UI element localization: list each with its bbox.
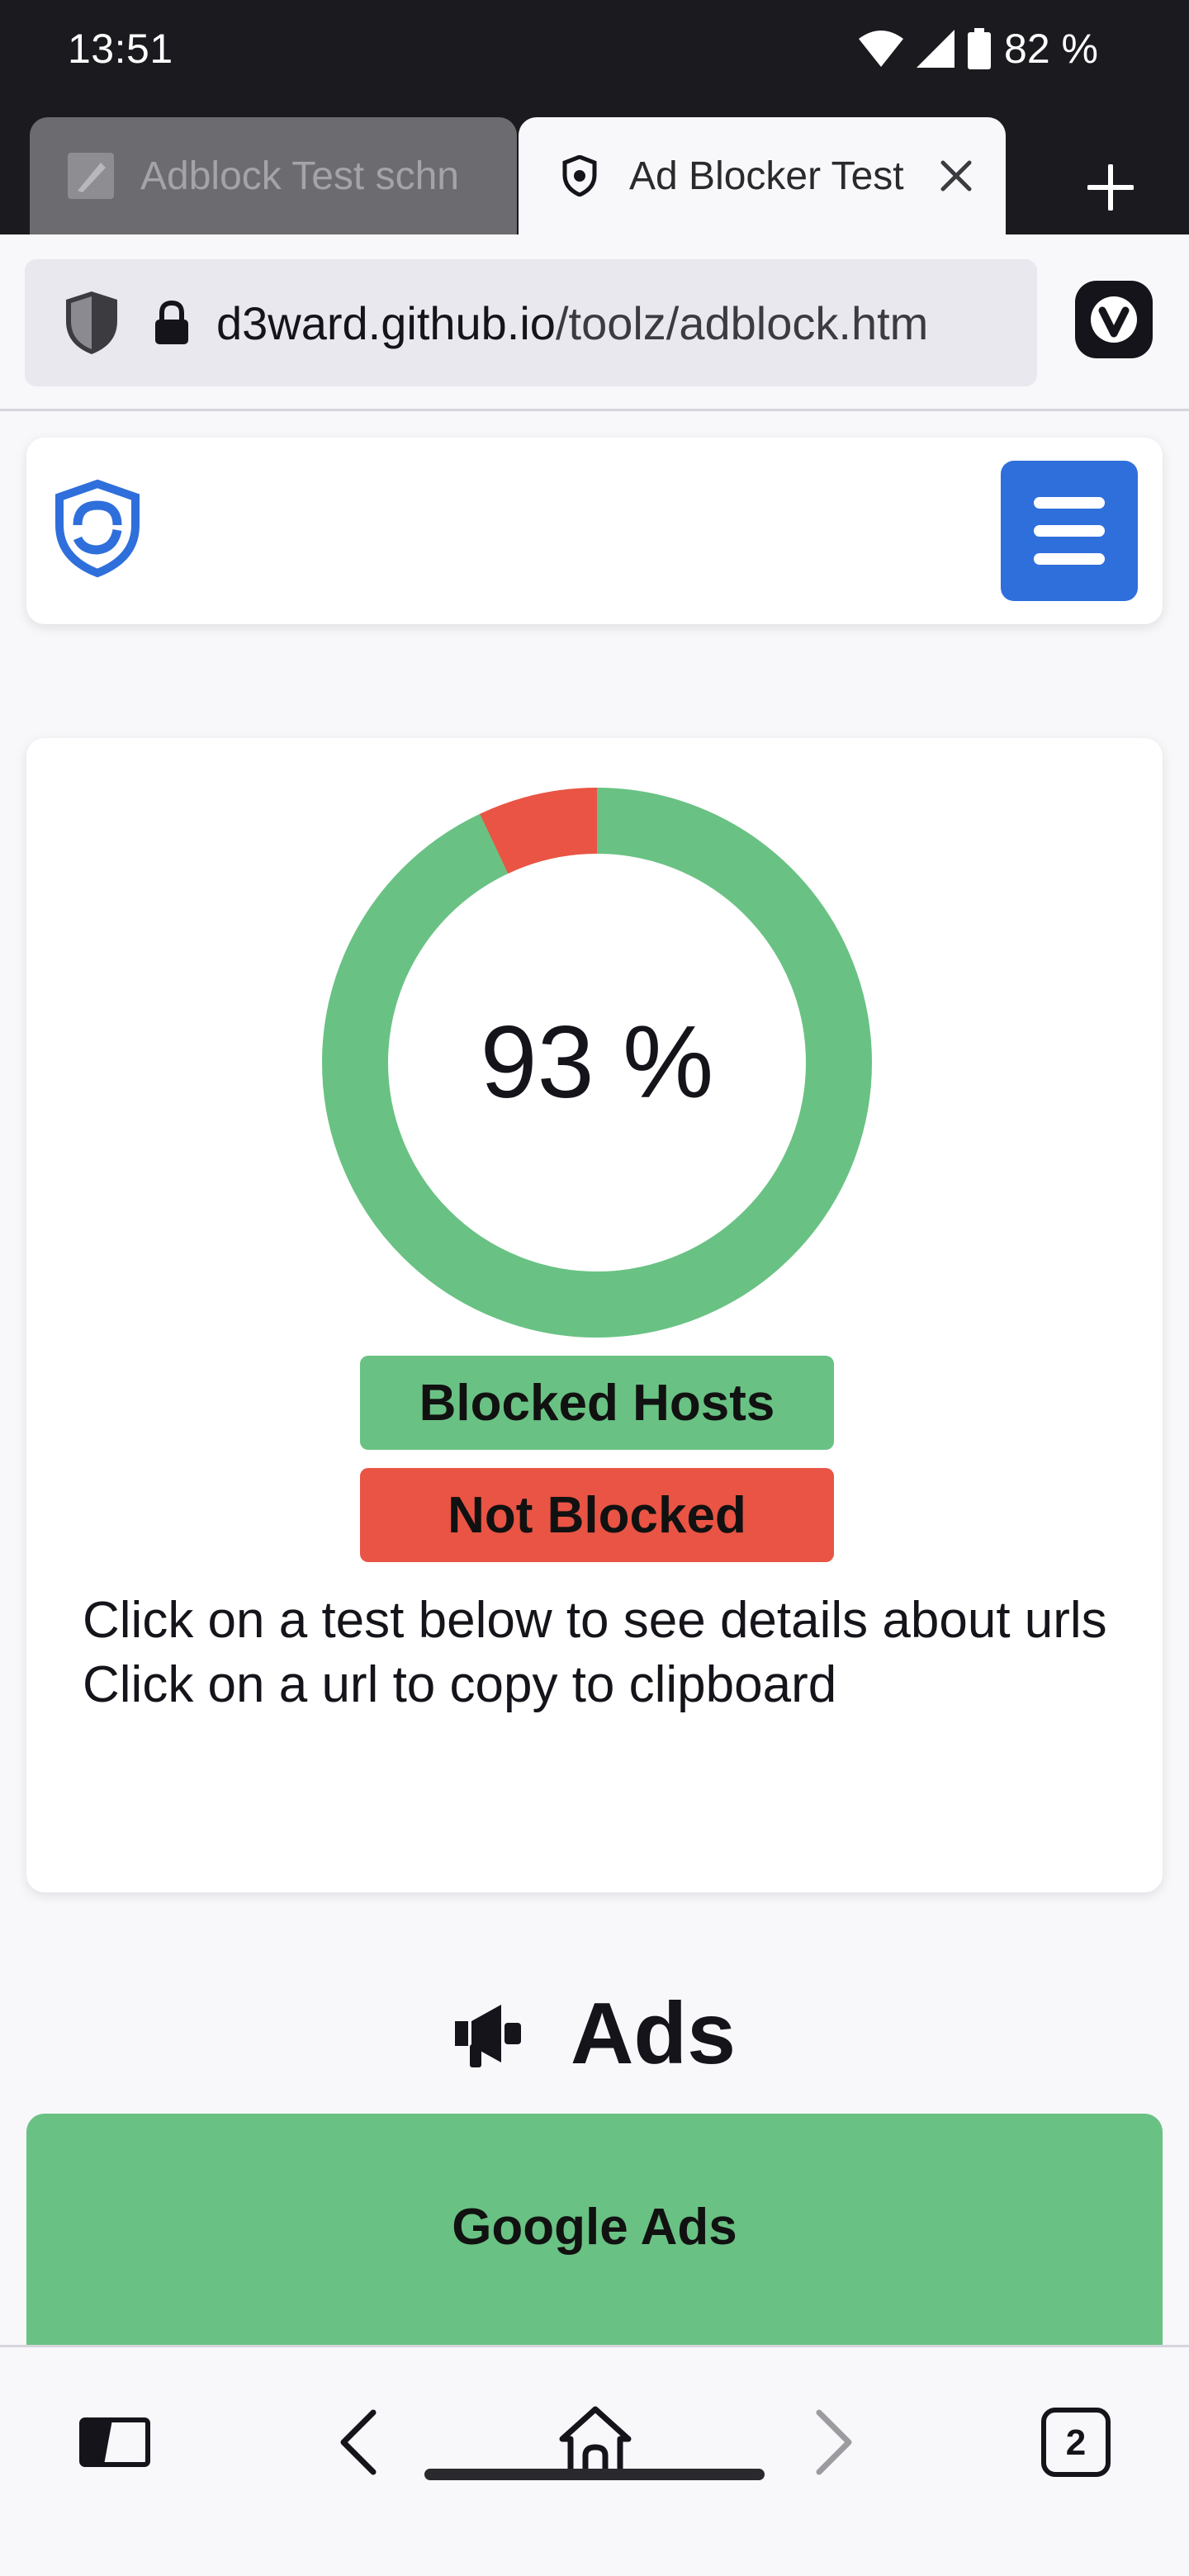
section-heading-ads: Ads (0, 1980, 1189, 2087)
hamburger-menu-button[interactable] (1001, 461, 1138, 601)
panels-button[interactable] (69, 2397, 160, 2488)
menu-line (1034, 525, 1105, 537)
url-text: d3ward.github.io/toolz/adblock.htm (216, 296, 1037, 350)
legend-not-blocked[interactable]: Not Blocked (360, 1468, 834, 1562)
chevron-right-icon (816, 2409, 852, 2475)
blocked-percentage: 93 % (480, 1006, 714, 1120)
tab-ad-blocker-test[interactable]: Ad Blocker Test (519, 117, 1006, 234)
chevron-left-icon (340, 2409, 377, 2475)
battery-percent: 82 % (1004, 26, 1098, 72)
lock-icon (155, 300, 188, 344)
test-google-ads-button[interactable]: Google Ads (26, 2114, 1163, 2345)
tab-strip: Adblock Test schn Ad Blocker Test (0, 117, 1189, 234)
vivaldi-menu-icon[interactable] (1075, 281, 1153, 358)
tab-adblock-test-schnell[interactable]: Adblock Test schn (30, 117, 517, 234)
section-title-text: Ads (570, 1984, 737, 2082)
shield-favicon-icon (555, 151, 604, 201)
instruction-line: Click on a test below to see details abo… (83, 1592, 1107, 1649)
result-card: 93 % Blocked Hosts Not Blocked Click on … (26, 738, 1163, 1892)
signal-icon (917, 30, 955, 68)
battery-icon (968, 28, 992, 69)
gesture-navigation-bar[interactable] (424, 2469, 765, 2480)
site-navbar (26, 438, 1163, 624)
new-tab-button[interactable] (1073, 150, 1148, 225)
menu-line (1034, 497, 1105, 509)
tab-title: Ad Blocker Test (629, 154, 904, 198)
bottom-toolbar: 2 (0, 2345, 1189, 2576)
page-favicon-icon (66, 151, 116, 201)
wifi-icon (859, 31, 904, 67)
menu-line (1034, 553, 1105, 565)
status-time: 13:51 (68, 26, 173, 72)
url-host: d3ward.github.io (216, 296, 556, 349)
web-page: 93 % Blocked Hosts Not Blocked Click on … (0, 411, 1189, 2345)
status-icons: 82 % (859, 25, 1098, 73)
tracking-protection-shield-icon[interactable] (63, 290, 121, 356)
tab-switcher-button[interactable]: 2 (1030, 2397, 1121, 2488)
close-tab-icon[interactable] (931, 151, 981, 201)
panel-toggle-icon (79, 2417, 150, 2467)
status-bar: 13:51 82 % (0, 0, 1189, 117)
legend-blocked-hosts[interactable]: Blocked Hosts (360, 1356, 834, 1450)
megaphone-icon (454, 2005, 521, 2067)
url-field[interactable]: d3ward.github.io/toolz/adblock.htm (25, 259, 1037, 386)
instructions-text: Click on a test below to see details abo… (83, 1589, 1123, 1717)
address-bar-row: d3ward.github.io/toolz/adblock.htm (0, 234, 1189, 411)
shield-logo-icon[interactable] (51, 479, 144, 578)
instruction-line: Click on a url to copy to clipboard (83, 1656, 837, 1713)
tab-title: Adblock Test schn (140, 154, 459, 198)
forward-button[interactable] (789, 2397, 880, 2488)
tab-counter-icon: 2 (1041, 2408, 1111, 2477)
tab-count: 2 (1066, 2422, 1086, 2463)
url-path: /toolz/adblock.htm (555, 296, 929, 349)
back-button[interactable] (312, 2397, 403, 2488)
